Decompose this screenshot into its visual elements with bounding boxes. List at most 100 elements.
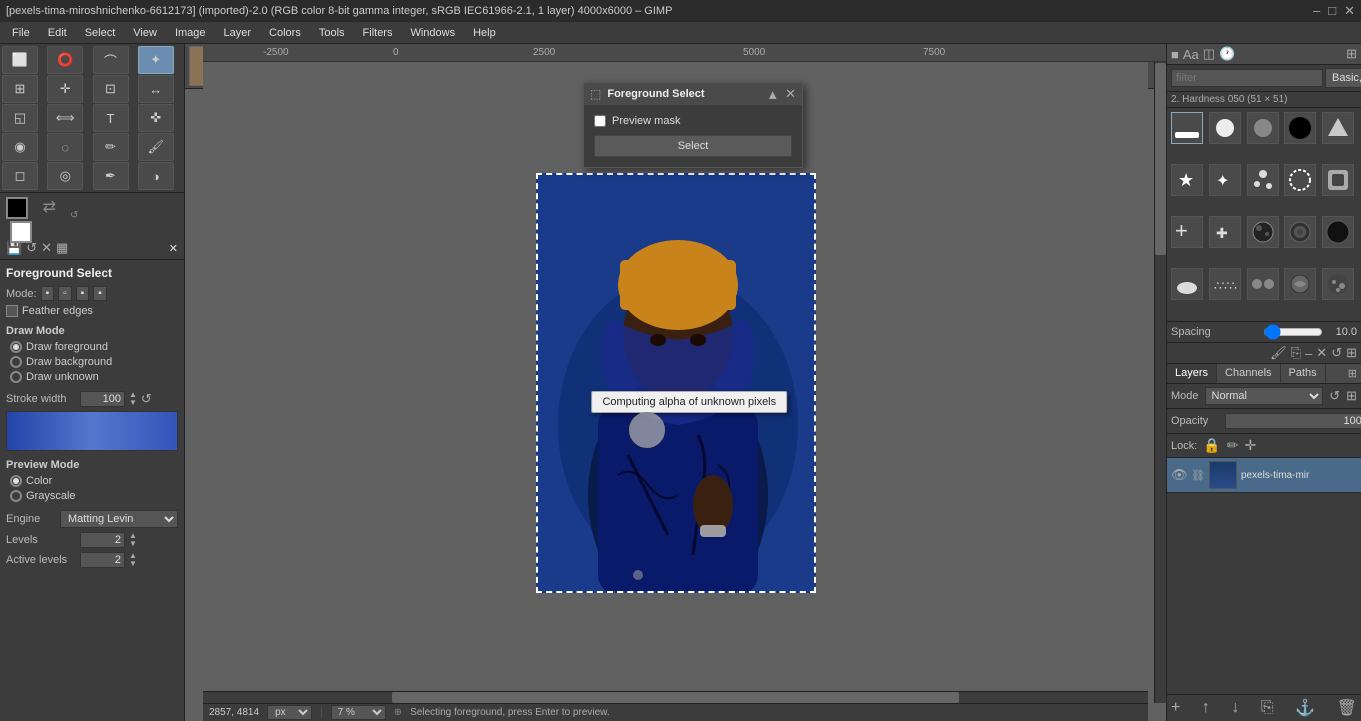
v-scrollbar-thumb[interactable]: [1155, 63, 1166, 255]
menu-help[interactable]: Help: [465, 25, 504, 41]
fg-select-button[interactable]: Select: [594, 135, 792, 157]
brush-item-8[interactable]: [1247, 164, 1279, 196]
menu-filters[interactable]: Filters: [355, 25, 401, 41]
tool-eraser[interactable]: ◻: [2, 162, 38, 190]
brush-item-6[interactable]: ★: [1171, 164, 1203, 196]
brush-item-16[interactable]: [1171, 268, 1203, 300]
duplicate-layer-btn[interactable]: ⎘: [1261, 699, 1274, 717]
tool-lasso[interactable]: ⌒: [93, 46, 129, 74]
brush-item-20[interactable]: [1322, 268, 1354, 300]
stroke-width-spinner[interactable]: ▲ ▼: [129, 391, 137, 407]
tool-paintbrush[interactable]: 🖌: [138, 133, 174, 161]
mode-btn-3[interactable]: ▪: [76, 286, 90, 301]
feather-edges-row[interactable]: Feather edges: [6, 305, 178, 317]
tab-paths[interactable]: Paths: [1281, 364, 1326, 383]
fg-dialog-close-btn[interactable]: ✕: [785, 86, 796, 102]
tool-airbrush[interactable]: ◎: [47, 162, 83, 190]
h-scrollbar-thumb[interactable]: [392, 692, 959, 703]
brush-refresh-icon[interactable]: ↺: [1331, 345, 1342, 361]
brush-item-13[interactable]: [1247, 216, 1279, 248]
draw-unknown-option[interactable]: Draw unknown: [10, 371, 178, 383]
tool-magic-wand[interactable]: ✦: [138, 46, 174, 74]
new-layer-btn[interactable]: +: [1171, 699, 1180, 717]
brush-item-11[interactable]: +: [1171, 216, 1203, 248]
foreground-color-swatch[interactable]: [6, 197, 28, 219]
lock-paint-btn[interactable]: ✏: [1227, 437, 1239, 454]
spacing-slider[interactable]: [1263, 324, 1323, 340]
tool-crop[interactable]: ⊡: [93, 75, 129, 103]
layers-expand-btn[interactable]: ⊞: [1344, 364, 1361, 383]
layers-menu-btn[interactable]: ⊞: [1346, 388, 1357, 404]
grayscale-preview-radio[interactable]: [10, 490, 22, 502]
brush-subtract-icon[interactable]: –: [1305, 346, 1312, 361]
anchor-layer-btn[interactable]: ⚓: [1295, 698, 1315, 718]
mode-btn-1[interactable]: ▪: [41, 286, 55, 301]
mode-btn-4[interactable]: ▪: [93, 286, 107, 301]
vertical-scrollbar[interactable]: [1154, 62, 1166, 703]
stroke-reset-btn[interactable]: ↺: [141, 391, 152, 407]
engine-select[interactable]: Matting Levin Matting Global: [60, 510, 178, 528]
brush-item-7[interactable]: ✦: [1209, 164, 1241, 196]
canvas-area[interactable]: ✕ -2500 0 2500 5000 7500: [185, 44, 1166, 721]
lock-position-btn[interactable]: ✛: [1244, 437, 1256, 454]
brushes-expand-btn[interactable]: ⊞: [1346, 46, 1357, 62]
draw-background-radio[interactable]: [10, 356, 22, 368]
brush-color-icon[interactable]: ■: [1171, 47, 1179, 62]
tool-text[interactable]: T: [93, 104, 129, 132]
brush-item-1[interactable]: [1171, 112, 1203, 144]
active-levels-spinner[interactable]: ▲ ▼: [129, 552, 137, 568]
color-preview-radio[interactable]: [10, 475, 22, 487]
horizontal-scrollbar[interactable]: [203, 691, 1148, 703]
brush-duplicate-icon[interactable]: ⎘: [1291, 345, 1301, 361]
tool-transform[interactable]: ↔: [138, 75, 174, 103]
feather-edges-checkbox[interactable]: [6, 305, 18, 317]
brush-delete-icon[interactable]: ✕: [1316, 345, 1327, 361]
draw-background-option[interactable]: Draw background: [10, 356, 178, 368]
brush-paint-icon[interactable]: 🖌: [1270, 345, 1287, 361]
tool-move[interactable]: ✛: [47, 75, 83, 103]
menu-file[interactable]: File: [4, 25, 38, 41]
lock-alpha-btn[interactable]: 🔒: [1203, 437, 1220, 454]
brush-item-19[interactable]: [1284, 268, 1316, 300]
color-preview-option[interactable]: Color: [10, 475, 178, 487]
menu-layer[interactable]: Layer: [216, 25, 260, 41]
brush-item-18[interactable]: [1247, 268, 1279, 300]
tool-ink[interactable]: ✒: [93, 162, 129, 190]
tool-align[interactable]: ⊞: [2, 75, 38, 103]
brush-gradient-icon[interactable]: ◫: [1203, 46, 1215, 62]
stroke-width-input[interactable]: [80, 391, 125, 407]
reset-colors-btn[interactable]: ↺: [70, 210, 78, 221]
tool-clone[interactable]: ◉: [2, 133, 38, 161]
brush-item-15[interactable]: [1322, 216, 1354, 248]
canvas-image[interactable]: Computing alpha of unknown pixels: [536, 173, 816, 593]
tool-perspective[interactable]: ◱: [2, 104, 38, 132]
grayscale-preview-option[interactable]: Grayscale: [10, 490, 178, 502]
layer-row-main[interactable]: 👁 ⛓ pexels-tima-mir: [1167, 458, 1361, 493]
preview-mask-checkbox[interactable]: [594, 115, 606, 127]
menu-colors[interactable]: Colors: [261, 25, 309, 41]
menu-windows[interactable]: Windows: [402, 25, 463, 41]
active-levels-input[interactable]: [80, 552, 125, 568]
tab-channels[interactable]: Channels: [1217, 364, 1280, 383]
brush-item-3[interactable]: [1247, 112, 1279, 144]
brush-item-5[interactable]: [1322, 112, 1354, 144]
tool-dodge[interactable]: ◑: [138, 162, 174, 190]
tool-opt-expand-icon[interactable]: ✕: [169, 242, 178, 255]
brush-filter-input[interactable]: [1171, 69, 1323, 87]
unit-select[interactable]: px in mm: [267, 705, 312, 720]
levels-input[interactable]: [80, 532, 125, 548]
tool-heal[interactable]: ✜: [138, 104, 174, 132]
fg-dialog-collapse-btn[interactable]: ▲: [766, 87, 779, 102]
tab-layers[interactable]: Layers: [1167, 364, 1217, 383]
layers-refresh-btn[interactable]: ↺: [1329, 388, 1340, 404]
draw-foreground-option[interactable]: Draw foreground: [10, 341, 178, 353]
brush-menu-icon[interactable]: ⊞: [1346, 345, 1357, 361]
lower-layer-btn[interactable]: ↓: [1231, 699, 1239, 717]
maximize-btn[interactable]: □: [1328, 3, 1336, 19]
menu-view[interactable]: View: [125, 25, 165, 41]
menu-select[interactable]: Select: [77, 25, 124, 41]
draw-foreground-radio[interactable]: [10, 341, 22, 353]
tool-pencil[interactable]: ✏: [93, 133, 129, 161]
layer-visibility-icon[interactable]: 👁: [1171, 467, 1187, 483]
tool-ellipse-select[interactable]: ⭕: [47, 46, 83, 74]
